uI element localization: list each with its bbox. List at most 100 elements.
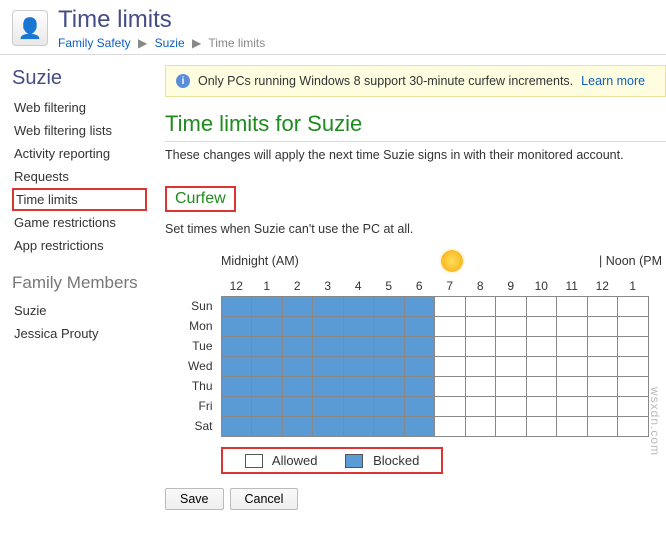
schedule-cell[interactable] — [618, 376, 649, 396]
breadcrumb-root[interactable]: Family Safety — [58, 36, 131, 50]
sidebar-item-web-filtering-lists[interactable]: Web filtering lists — [12, 119, 147, 142]
schedule-cell[interactable] — [282, 316, 313, 336]
schedule-cell[interactable] — [587, 376, 618, 396]
schedule-cell[interactable] — [374, 296, 405, 316]
schedule-cell[interactable] — [557, 356, 588, 376]
schedule-cell[interactable] — [282, 296, 313, 316]
schedule-cell[interactable] — [282, 416, 313, 436]
schedule-cell[interactable] — [618, 296, 649, 316]
schedule-cell[interactable] — [587, 296, 618, 316]
schedule-cell[interactable] — [526, 416, 557, 436]
breadcrumb-user[interactable]: Suzie — [155, 36, 185, 50]
schedule-cell[interactable] — [313, 316, 344, 336]
schedule-cell[interactable] — [435, 336, 466, 356]
sidebar-item-game-restrictions[interactable]: Game restrictions — [12, 211, 147, 234]
schedule-cell[interactable] — [587, 396, 618, 416]
schedule-cell[interactable] — [282, 376, 313, 396]
schedule-cell[interactable] — [282, 396, 313, 416]
schedule-cell[interactable] — [252, 336, 283, 356]
schedule-cell[interactable] — [404, 296, 435, 316]
schedule-cell[interactable] — [496, 396, 527, 416]
schedule-cell[interactable] — [557, 296, 588, 316]
schedule-cell[interactable] — [343, 416, 374, 436]
schedule-cell[interactable] — [557, 316, 588, 336]
schedule-cell[interactable] — [252, 376, 283, 396]
schedule-cell[interactable] — [526, 316, 557, 336]
schedule-cell[interactable] — [557, 396, 588, 416]
schedule-cell[interactable] — [221, 356, 252, 376]
schedule-cell[interactable] — [221, 416, 252, 436]
sidebar-item-time-limits[interactable]: Time limits — [12, 188, 147, 211]
cancel-button[interactable]: Cancel — [230, 488, 299, 510]
schedule-cell[interactable] — [374, 396, 405, 416]
schedule-cell[interactable] — [282, 336, 313, 356]
schedule-cell[interactable] — [221, 336, 252, 356]
schedule-cell[interactable] — [496, 316, 527, 336]
schedule-cell[interactable] — [313, 376, 344, 396]
schedule-cell[interactable] — [465, 316, 496, 336]
schedule-cell[interactable] — [435, 396, 466, 416]
schedule-cell[interactable] — [465, 396, 496, 416]
schedule-cell[interactable] — [313, 356, 344, 376]
schedule-cell[interactable] — [404, 316, 435, 336]
schedule-cell[interactable] — [496, 416, 527, 436]
schedule-cell[interactable] — [435, 416, 466, 436]
schedule-cell[interactable] — [587, 416, 618, 436]
learn-more-link[interactable]: Learn more — [581, 74, 645, 88]
schedule-cell[interactable] — [618, 416, 649, 436]
schedule-cell[interactable] — [526, 396, 557, 416]
schedule-cell[interactable] — [496, 336, 527, 356]
schedule-cell[interactable] — [618, 316, 649, 336]
schedule-cell[interactable] — [465, 296, 496, 316]
schedule-cell[interactable] — [252, 416, 283, 436]
schedule-cell[interactable] — [587, 336, 618, 356]
family-member-item[interactable]: Suzie — [12, 299, 147, 322]
schedule-cell[interactable] — [221, 296, 252, 316]
schedule-cell[interactable] — [252, 396, 283, 416]
schedule-cell[interactable] — [618, 396, 649, 416]
schedule-cell[interactable] — [282, 356, 313, 376]
schedule-cell[interactable] — [343, 316, 374, 336]
schedule-cell[interactable] — [404, 416, 435, 436]
schedule-cell[interactable] — [221, 376, 252, 396]
schedule-cell[interactable] — [587, 316, 618, 336]
family-member-item[interactable]: Jessica Prouty — [12, 322, 147, 345]
schedule-cell[interactable] — [221, 316, 252, 336]
schedule-cell[interactable] — [404, 396, 435, 416]
schedule-cell[interactable] — [252, 316, 283, 336]
schedule-cell[interactable] — [343, 376, 374, 396]
schedule-cell[interactable] — [435, 316, 466, 336]
schedule-cell[interactable] — [465, 416, 496, 436]
schedule-cell[interactable] — [313, 416, 344, 436]
schedule-cell[interactable] — [343, 336, 374, 356]
schedule-cell[interactable] — [618, 356, 649, 376]
schedule-cell[interactable] — [343, 396, 374, 416]
schedule-cell[interactable] — [526, 296, 557, 316]
schedule-cell[interactable] — [557, 376, 588, 396]
schedule-cell[interactable] — [313, 396, 344, 416]
schedule-cell[interactable] — [404, 356, 435, 376]
schedule-cell[interactable] — [252, 356, 283, 376]
schedule-cell[interactable] — [526, 376, 557, 396]
schedule-cell[interactable] — [374, 316, 405, 336]
schedule-cell[interactable] — [221, 396, 252, 416]
sidebar-item-web-filtering[interactable]: Web filtering — [12, 96, 147, 119]
sidebar-item-app-restrictions[interactable]: App restrictions — [12, 234, 147, 257]
schedule-cell[interactable] — [465, 356, 496, 376]
schedule-cell[interactable] — [496, 376, 527, 396]
save-button[interactable]: Save — [165, 488, 224, 510]
schedule-cell[interactable] — [404, 336, 435, 356]
schedule-cell[interactable] — [313, 336, 344, 356]
sidebar-item-requests[interactable]: Requests — [12, 165, 147, 188]
schedule-cell[interactable] — [343, 296, 374, 316]
schedule-cell[interactable] — [435, 356, 466, 376]
schedule-cell[interactable] — [252, 296, 283, 316]
schedule-cell[interactable] — [435, 376, 466, 396]
schedule-cell[interactable] — [587, 356, 618, 376]
schedule-cell[interactable] — [465, 376, 496, 396]
schedule-cell[interactable] — [343, 356, 374, 376]
schedule-cell[interactable] — [465, 336, 496, 356]
schedule-cell[interactable] — [374, 416, 405, 436]
schedule-cell[interactable] — [374, 336, 405, 356]
schedule-cell[interactable] — [557, 336, 588, 356]
